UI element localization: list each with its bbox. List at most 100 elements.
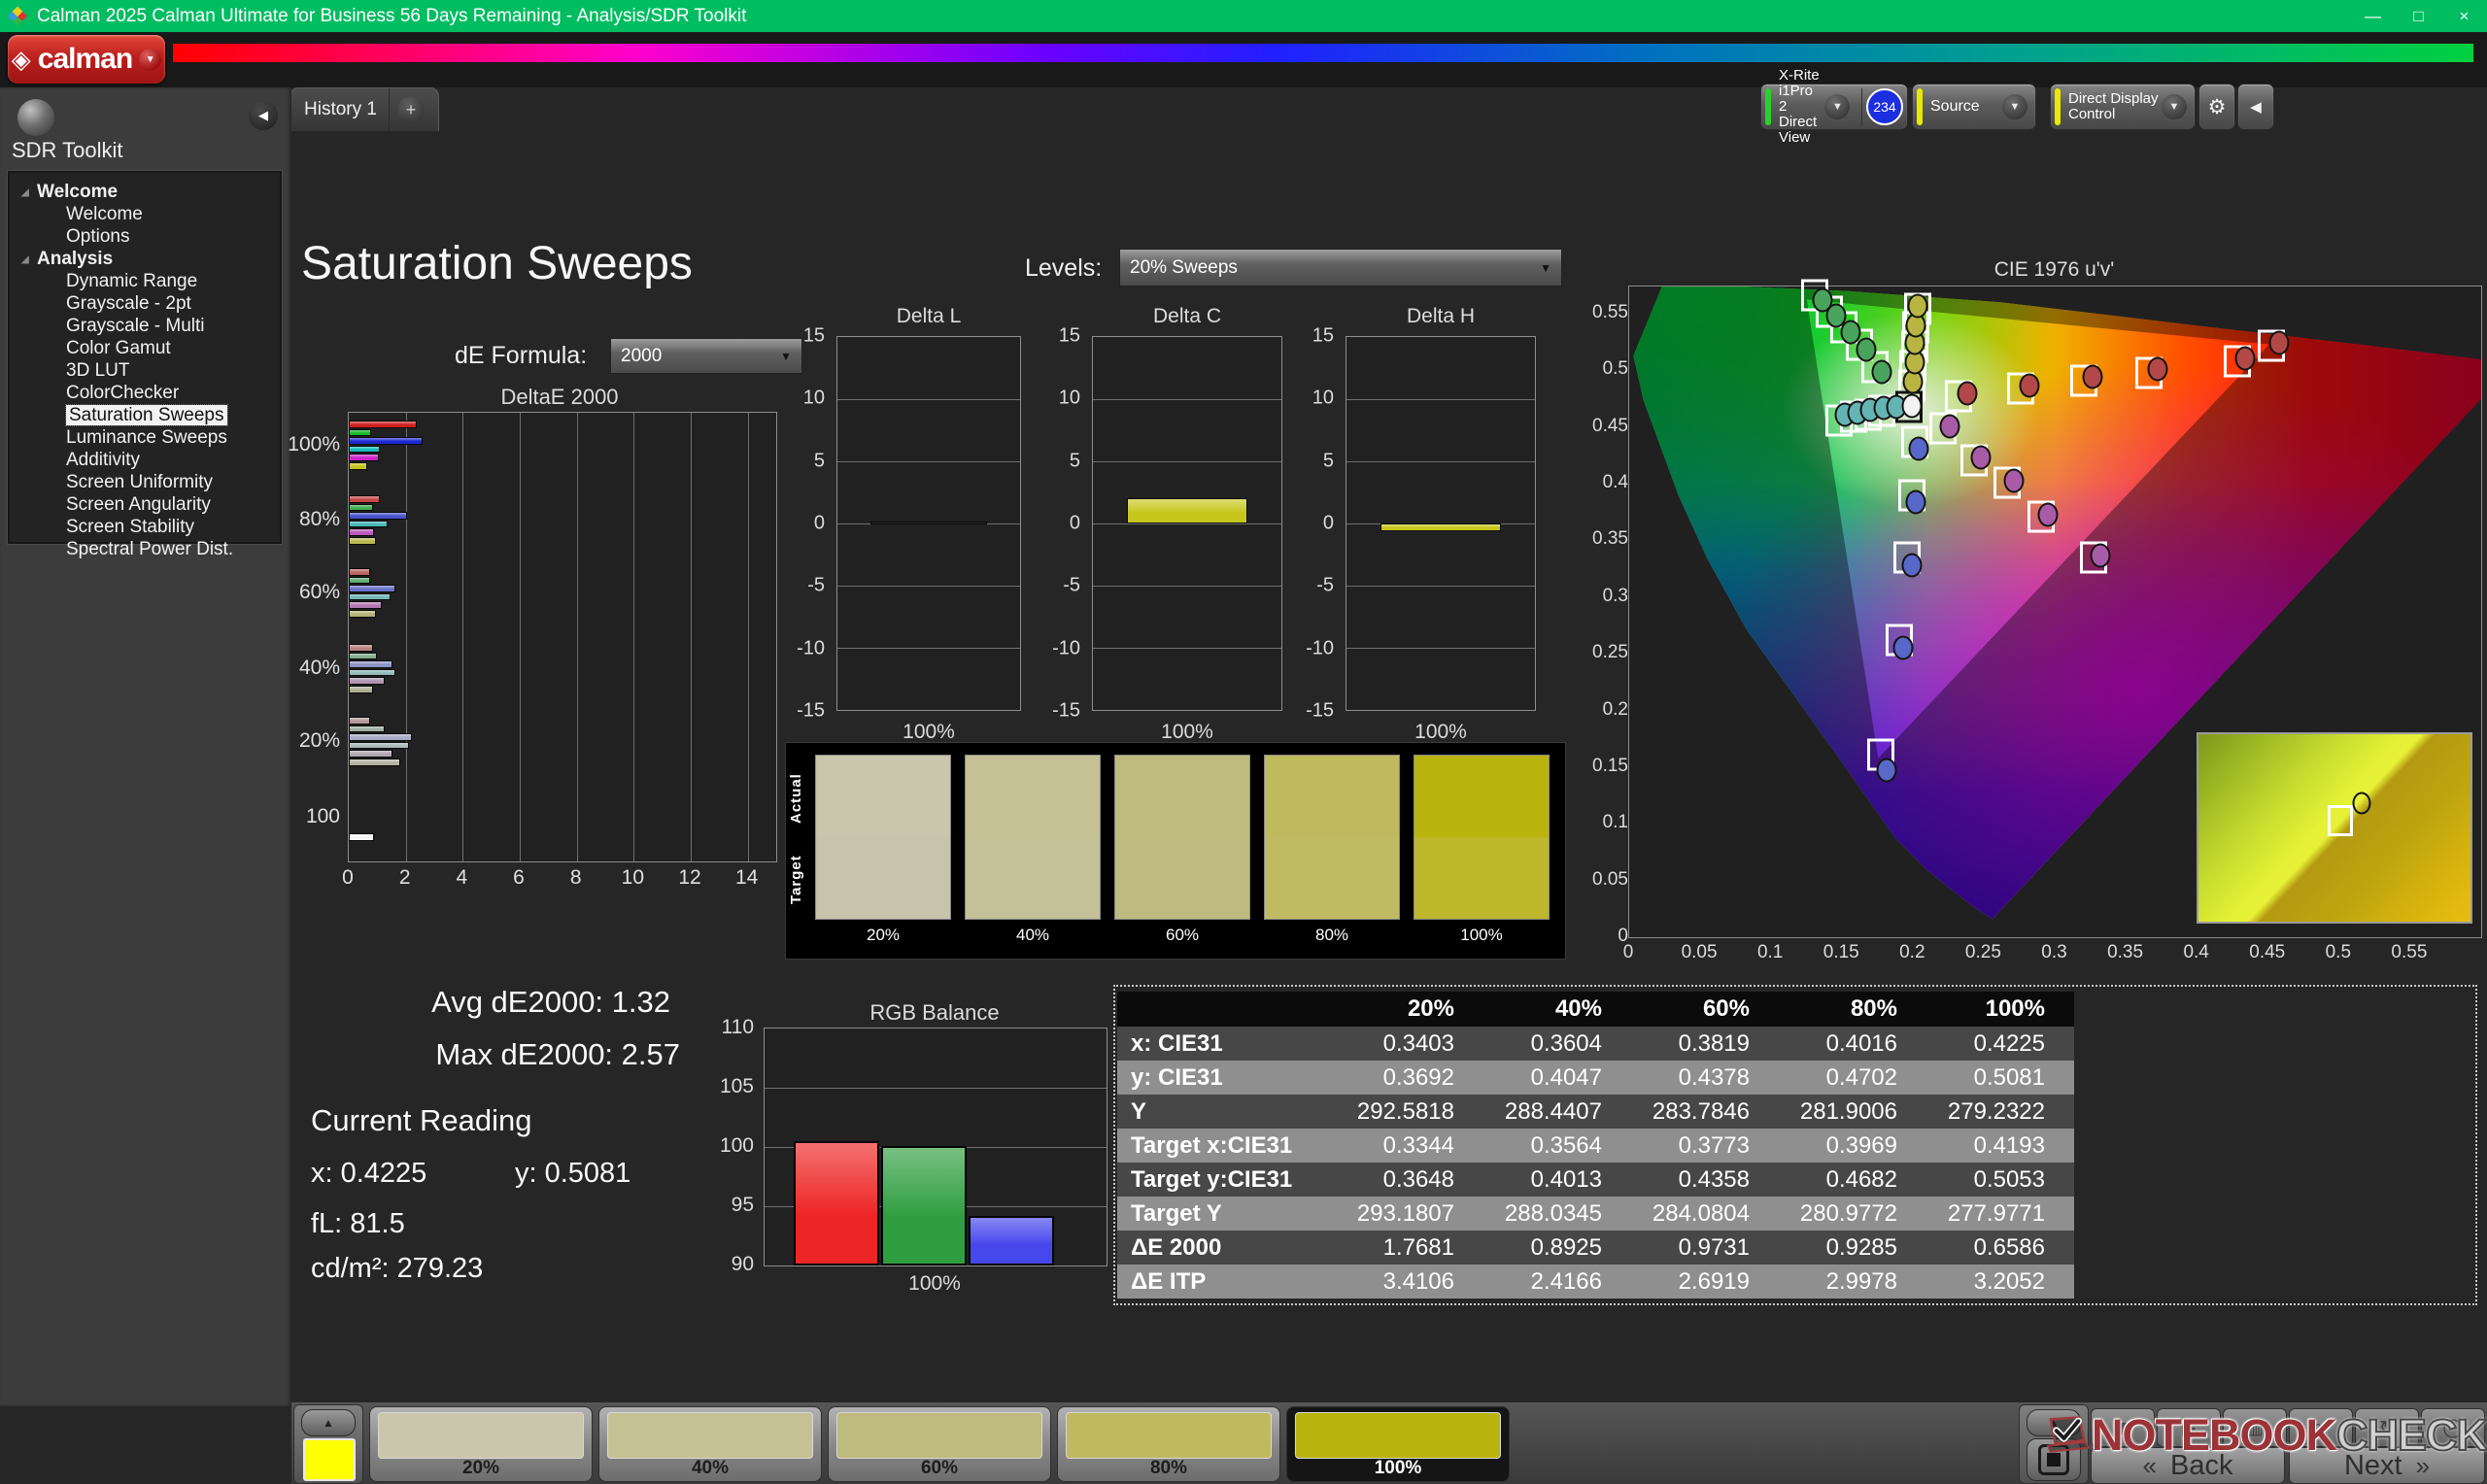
sidebar-collapse-button[interactable]: ◀ [249,101,278,130]
tree-section-welcome[interactable]: ◢ Welcome [10,181,280,203]
display-control-dropdown-caret-icon[interactable]: ▼ [2162,94,2187,119]
gridline [1346,461,1535,462]
delta-e-bar [349,677,385,685]
stop-button[interactable] [2027,1438,2081,1481]
table-row: Y 292.5818 288.4407 283.7846 281.9006 279.232… [1117,1095,2074,1129]
value-cell: 280.9772 [1799,1199,1897,1227]
pattern-thumbnail-60%[interactable]: 60% [828,1406,1051,1482]
refresh-icon: ↻ [2379,1417,2395,1438]
expand-triangle-icon[interactable]: ◢ [21,249,29,271]
sidebar-item-color-gamut[interactable]: Color Gamut [10,337,280,359]
delta-e-bar [349,717,370,725]
meter-dropdown-caret-icon[interactable]: ▼ [1824,94,1851,119]
sidebar-item-welcome[interactable]: Welcome [10,203,280,225]
sidebar-item-additivity[interactable]: Additivity [10,449,280,471]
row-label: ΔE ITP [1131,1267,1207,1295]
calman-logo-text: calman [37,43,133,75]
workflow-sphere-button[interactable] [17,99,54,136]
source-button[interactable]: Source ▼ [1912,84,2036,130]
sidebar-item-grayscale-2pt[interactable]: Grayscale - 2pt [10,292,280,315]
gridline [691,413,692,861]
delta-e-x-axis: 0 2 4 6 8 10 12 14 [342,866,775,892]
swatch-label: 40% [1015,926,1050,944]
loop-icon: ∞ [2314,1417,2328,1437]
sidebar-item-luminance-sweeps[interactable]: Luminance Sweeps [10,426,280,449]
actual-swatch [1115,756,1249,837]
pattern-thumbnail-40%[interactable]: 40% [598,1406,822,1482]
sidebar-title: SDR Toolkit [12,138,123,162]
sidebar-item-colorchecker[interactable]: ColorChecker [10,382,280,404]
logo-dropdown-caret-icon[interactable]: ▼ [139,48,162,71]
sidebar-item-3d-lut[interactable]: 3D LUT [10,359,280,382]
histogram-button[interactable]: ▥ [2223,1408,2287,1447]
meter-badge[interactable]: 234 [1866,88,1903,125]
sidebar-item-screen-angularity[interactable]: Screen Angularity [10,493,280,516]
display-control-button[interactable]: Direct Display Control ▼ [2050,84,2196,130]
settings-button[interactable]: ⚙ [2198,84,2235,130]
gridline [747,413,749,861]
sidebar-item-saturation-sweeps[interactable]: Saturation Sweeps [10,404,280,426]
calman-logo-menu[interactable]: ◈ calman ▼ [8,35,165,84]
source-dropdown-caret-icon[interactable]: ▼ [2002,94,2027,119]
levels-dropdown[interactable]: 20% Sweeps ▼ [1119,249,1562,287]
stop-button[interactable]: ◼ [2091,1408,2155,1447]
gridline [1346,399,1535,400]
delta-e-bar [349,741,409,750]
sidebar-item-dynamic-range[interactable]: Dynamic Range [10,270,280,292]
value-cell: 0.4358 [1678,1165,1750,1193]
y-tick-label: 0 [1069,512,1080,534]
play-button[interactable]: ▶ [2157,1408,2221,1447]
expand-triangle-icon[interactable]: ◢ [21,182,29,204]
value-cell: 0.4225 [1973,1029,2045,1057]
value-cell: 3.4106 [1382,1267,1454,1295]
pattern-thumbnail-80%[interactable]: 80% [1057,1406,1280,1482]
sidebar-item-spectral-power-dist-[interactable]: Spectral Power Dist. [10,538,280,560]
sidebar-item-grayscale-multi[interactable]: Grayscale - Multi [10,315,280,337]
y-tick-label: 0.5 [1602,358,1628,380]
y-tick-label: 105 [719,1075,754,1097]
delta-h-x-label: 100% [1414,721,1467,743]
loop-button[interactable]: ∞ [2289,1408,2353,1447]
pattern-thumbnail-20%[interactable]: 20% [369,1406,593,1482]
collapse-right-panel-button[interactable]: ◀ [2237,84,2274,130]
sidebar-item-screen-uniformity[interactable]: Screen Uniformity [10,471,280,493]
target-swatch [1414,837,1549,919]
gridline [462,413,464,861]
pattern-thumbnail-100%[interactable]: 100% [1286,1406,1510,1482]
y-tick-label: 0.2 [1602,698,1628,720]
close-button[interactable]: × [2441,0,2487,32]
meter-line2: Direct View [1779,114,1818,146]
de-formula-dropdown[interactable]: 2000 ▼ [610,338,802,374]
delta-e-bar [349,585,396,592]
x-tick-label: 0.2 [1899,942,1925,962]
back-button[interactable]: « Back [2091,1447,2285,1484]
x-tick-label: 0.55 [2391,942,2428,962]
record-button[interactable]: ◯ [2421,1408,2485,1447]
tab-history-1[interactable]: History 1 + [290,87,439,131]
sidebar-item-options[interactable]: Options [10,225,280,248]
transport-up-button[interactable]: ▲ [2027,1409,2081,1436]
sidebar-item-screen-stability[interactable]: Screen Stability [10,516,280,538]
value-cell: 283.7846 [1652,1097,1750,1125]
maximize-button[interactable]: □ [2396,0,2441,32]
value-cell: 292.5818 [1356,1097,1454,1125]
cie-measured-point [2082,364,2102,389]
y-tick-label: 0.3 [1602,585,1628,606]
source-status-stripe [1917,88,1923,125]
meter-button[interactable]: X-Rite i1Pro 2 Direct View ▼ 234 [1760,68,1908,146]
thumbnail-label: 60% [920,1458,959,1478]
delta-l-chart: Delta L 15 10 5 0 -5 -10 -15 100% [797,305,1021,743]
pattern-up-button[interactable]: ▲ [301,1409,356,1436]
current-pattern-swatch[interactable] [303,1438,356,1481]
table-row: Target x:CIE31 0.3344 0.3564 0.3773 0.3969 0.… [1117,1129,2074,1163]
minimize-button[interactable]: — [2350,0,2396,32]
refresh-button[interactable]: ↻ [2355,1408,2419,1447]
tree-section-analysis[interactable]: ◢ Analysis [10,248,280,270]
gridline [1346,648,1535,649]
swatch-column-40% [965,755,1101,920]
thumbnail-label: 80% [1149,1458,1188,1478]
add-tab-button[interactable]: + [390,96,432,123]
cie-measured-point [2003,468,2025,493]
y-tick-label: 0.05 [1592,868,1628,890]
next-button[interactable]: Next » [2289,1447,2485,1484]
